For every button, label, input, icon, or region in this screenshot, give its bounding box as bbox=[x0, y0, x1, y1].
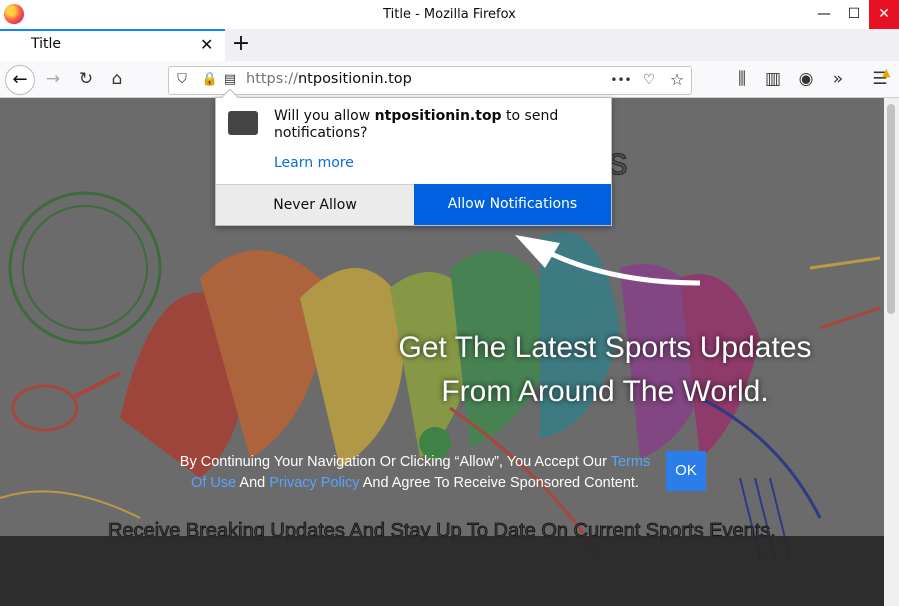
url-protocol: https:// bbox=[246, 71, 298, 87]
shield-icon[interactable]: ⛉ bbox=[170, 68, 194, 92]
maximize-button[interactable]: ☐ bbox=[839, 0, 869, 29]
back-arrow-icon[interactable]: ← bbox=[5, 65, 35, 95]
pocket-icon[interactable]: ♡ bbox=[637, 68, 661, 92]
consent-bar bbox=[0, 536, 884, 606]
minimize-button[interactable]: — bbox=[809, 0, 839, 29]
url-text[interactable]: https://ntpositionin.top bbox=[246, 71, 412, 87]
consent-text-part1: By Continuing Your Navigation Or Clickin… bbox=[179, 454, 611, 470]
scrollbar-thumb[interactable] bbox=[887, 104, 895, 314]
popup-message: Will you allow ntpositionin.top to send … bbox=[274, 108, 594, 142]
forward-arrow-icon[interactable]: → bbox=[41, 67, 65, 91]
message-icon bbox=[228, 111, 258, 135]
consent-text: By Continuing Your Navigation Or Clickin… bbox=[175, 452, 655, 494]
consent-text-part2: And bbox=[236, 475, 270, 491]
learn-more-link[interactable]: Learn more bbox=[274, 155, 354, 171]
allow-notifications-button[interactable]: Allow Notifications bbox=[414, 184, 611, 225]
home-icon[interactable]: ⌂ bbox=[105, 67, 129, 91]
url-host: ntpositionin.top bbox=[297, 71, 412, 87]
ok-button[interactable]: OK bbox=[666, 451, 706, 491]
library-icon[interactable]: ⫼ bbox=[730, 67, 754, 91]
hero-line-1: Get The Latest Sports Updates bbox=[398, 331, 812, 364]
tab-close-button[interactable]: ✕ bbox=[200, 35, 213, 54]
reload-icon[interactable]: ↻ bbox=[74, 67, 98, 91]
never-allow-button[interactable]: Never Allow bbox=[216, 184, 414, 225]
privacy-policy-link[interactable]: Privacy Policy bbox=[269, 475, 359, 491]
hero-text: Get The Latest Sports Updates From Aroun… bbox=[360, 326, 850, 414]
page-actions-menu-icon[interactable]: ••• bbox=[609, 68, 633, 92]
close-window-button[interactable]: ✕ bbox=[869, 0, 899, 29]
warning-badge-icon: ▲ bbox=[882, 66, 891, 79]
sidebar-icon[interactable]: ▥ bbox=[761, 67, 785, 91]
tab-title: Title bbox=[31, 36, 62, 52]
hero-line-2: From Around The World. bbox=[441, 375, 769, 408]
popup-message-part1: Will you allow bbox=[274, 108, 375, 124]
new-tab-button[interactable]: + bbox=[230, 31, 252, 56]
bookmark-star-icon[interactable]: ☆ bbox=[665, 68, 689, 92]
overflow-chevron-icon[interactable]: » bbox=[826, 67, 850, 91]
popup-site: ntpositionin.top bbox=[374, 108, 502, 124]
account-icon[interactable]: ◉ bbox=[794, 67, 818, 91]
consent-text-part3: And Agree To Receive Sponsored Content. bbox=[359, 475, 639, 491]
window-title: Title - Mozilla Firefox bbox=[383, 7, 516, 22]
